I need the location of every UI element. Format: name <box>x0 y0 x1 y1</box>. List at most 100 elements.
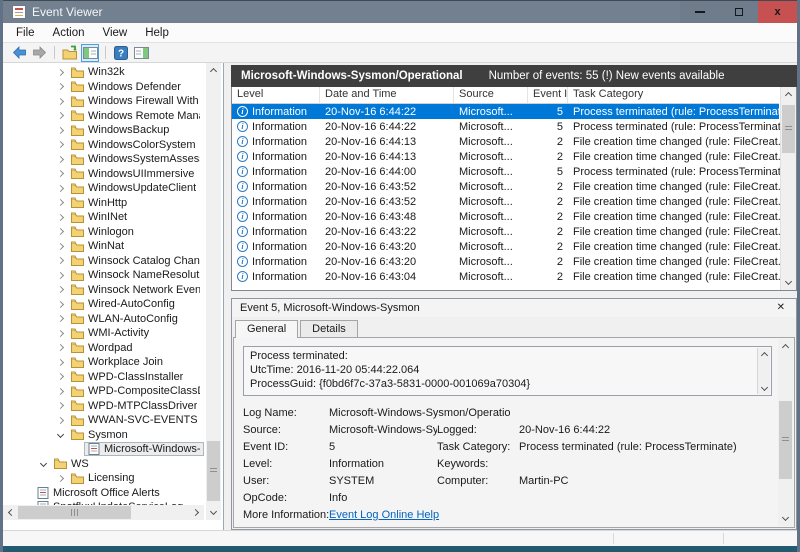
tree-item[interactable]: Microsoft-Windows-Sys <box>3 442 204 457</box>
tree-expander[interactable] <box>53 155 67 163</box>
tree-item[interactable]: WinHttp <box>3 196 204 211</box>
tree-item[interactable]: WPD-ClassInstaller <box>3 370 204 385</box>
tree-expander[interactable] <box>53 358 67 366</box>
tree-expander[interactable] <box>53 329 67 337</box>
tree-item[interactable]: Wordpad <box>3 341 204 356</box>
tree-item[interactable]: Licensing <box>3 471 204 486</box>
tree-item[interactable]: WindowsUIImmersive <box>3 167 204 182</box>
event-row[interactable]: Information 20-Nov-16 6:43:22 Microsoft.… <box>232 224 787 239</box>
scrollbar-thumb[interactable] <box>207 441 220 501</box>
tree-item[interactable]: Windows Defender <box>3 80 204 95</box>
list-vertical-scrollbar[interactable] <box>780 87 796 290</box>
tree-expander[interactable] <box>19 490 33 495</box>
event-row[interactable]: Information 20-Nov-16 6:43:20 Microsoft.… <box>232 239 787 254</box>
scroll-down-button[interactable] <box>758 382 771 394</box>
event-description[interactable]: Process terminated: UtcTime: 2016-11-20 0… <box>243 346 772 396</box>
event-log-online-help-link[interactable]: Event Log Online Help <box>329 509 439 521</box>
tree-expander[interactable] <box>53 184 67 192</box>
close-button[interactable]: x <box>758 1 797 23</box>
tree-item[interactable]: Wired-AutoConfig <box>3 297 204 312</box>
event-row[interactable]: Information 20-Nov-16 6:44:00 Microsoft.… <box>232 164 791 179</box>
tree-expander[interactable] <box>36 460 50 468</box>
tree-item[interactable]: WinNat <box>3 239 204 254</box>
scroll-down-button[interactable] <box>781 275 796 290</box>
tree-expander[interactable] <box>53 141 67 149</box>
event-row[interactable]: Information 20-Nov-16 6:44:22 Microsoft.… <box>232 119 791 134</box>
detail-close-button[interactable]: ✕ <box>774 302 788 314</box>
column-header-event-id[interactable]: Event ID <box>528 87 568 103</box>
help-button[interactable]: ? <box>112 44 130 62</box>
tree-expander[interactable] <box>53 68 67 76</box>
tree-expander[interactable] <box>53 315 67 323</box>
tree-item[interactable]: WMI-Activity <box>3 326 204 341</box>
menu-help[interactable]: Help <box>136 25 178 41</box>
tree-item[interactable]: Windows Firewall With Adv <box>3 94 204 109</box>
minimize-button[interactable] <box>680 1 719 23</box>
tree-item[interactable]: Win32k <box>3 65 204 80</box>
scrollbar-thumb[interactable] <box>782 105 795 153</box>
scrollbar-thumb[interactable] <box>779 401 792 479</box>
back-button[interactable] <box>10 44 28 62</box>
scroll-down-button[interactable] <box>778 511 793 526</box>
show-hide-action-pane-button[interactable] <box>132 44 150 62</box>
tree-item[interactable]: Winsock Network Event <box>3 283 204 298</box>
tree-expander[interactable] <box>53 271 67 279</box>
tree-item[interactable]: WLAN-AutoConfig <box>3 312 204 327</box>
tree-item[interactable]: WindowsColorSystem <box>3 138 204 153</box>
tree-expander[interactable] <box>53 344 67 352</box>
event-row[interactable]: Information 20-Nov-16 6:43:20 Microsoft.… <box>232 254 787 269</box>
tree-item[interactable]: WindowsBackup <box>3 123 204 138</box>
tree-expander[interactable] <box>53 286 67 294</box>
tree-expander[interactable] <box>53 387 67 395</box>
tab-details[interactable]: Details <box>300 320 358 337</box>
tree-expander[interactable] <box>53 213 67 221</box>
tree-horizontal-scrollbar[interactable] <box>3 505 204 520</box>
tree-item[interactable]: WPD-CompositeClassDrive <box>3 384 204 399</box>
tree-expander[interactable] <box>53 170 67 178</box>
detail-vertical-scrollbar[interactable] <box>778 339 793 526</box>
tree-expander[interactable] <box>53 300 67 308</box>
column-header-date-time[interactable]: Date and Time <box>320 87 454 103</box>
tree-expander[interactable] <box>53 228 67 236</box>
event-row[interactable]: Information 20-Nov-16 6:44:22 Microsoft.… <box>232 104 791 119</box>
open-saved-log-button[interactable] <box>61 44 79 62</box>
column-header-task-category[interactable]: Task Category <box>568 87 779 103</box>
tree-item[interactable]: Winsock NameResolution E <box>3 268 204 283</box>
forward-button[interactable] <box>30 44 48 62</box>
event-row[interactable]: Information 20-Nov-16 6:43:52 Microsoft.… <box>232 194 787 209</box>
tree-item[interactable]: WinINet <box>3 210 204 225</box>
tree-expander[interactable] <box>53 83 67 91</box>
maximize-button[interactable] <box>719 1 758 23</box>
menu-action[interactable]: Action <box>44 25 94 41</box>
scroll-left-button[interactable] <box>3 505 18 520</box>
tree-expander[interactable] <box>53 199 67 207</box>
scroll-up-button[interactable] <box>758 348 771 360</box>
tree-item[interactable]: WindowsUpdateClient <box>3 181 204 196</box>
tree-expander[interactable] <box>53 257 67 265</box>
scroll-right-button[interactable] <box>189 505 204 520</box>
menu-file[interactable]: File <box>7 25 44 41</box>
tree-item[interactable]: Winlogon <box>3 225 204 240</box>
tree-vertical-scrollbar[interactable] <box>206 63 221 520</box>
tree-expander[interactable] <box>53 126 67 134</box>
tree-item[interactable]: Winsock Catalog Change <box>3 254 204 269</box>
event-row[interactable]: Information 20-Nov-16 6:43:48 Microsoft.… <box>232 209 787 224</box>
tree-expander[interactable] <box>53 112 67 120</box>
tree-expander[interactable] <box>53 242 67 250</box>
tree-expander[interactable] <box>53 416 67 424</box>
scroll-down-button[interactable] <box>206 505 221 520</box>
tree-item[interactable]: Workplace Join <box>3 355 204 370</box>
column-header-source[interactable]: Source <box>454 87 528 103</box>
scroll-up-button[interactable] <box>781 87 796 102</box>
tree-expander[interactable] <box>53 474 67 482</box>
tree-item[interactable]: WPD-MTPClassDriver <box>3 399 204 414</box>
tree-item[interactable]: Sysmon <box>3 428 204 443</box>
scroll-up-button[interactable] <box>778 339 793 354</box>
tree-item[interactable]: WWAN-SVC-EVENTS <box>3 413 204 428</box>
scrollbar-thumb[interactable] <box>18 506 131 519</box>
tree-expander[interactable] <box>70 447 84 452</box>
tree-item[interactable]: WS <box>3 457 204 472</box>
tree-item[interactable]: WindowsSystemAssessmen <box>3 152 204 167</box>
tree-expander[interactable] <box>53 97 67 105</box>
title-bar[interactable]: Event Viewer x <box>3 0 797 23</box>
